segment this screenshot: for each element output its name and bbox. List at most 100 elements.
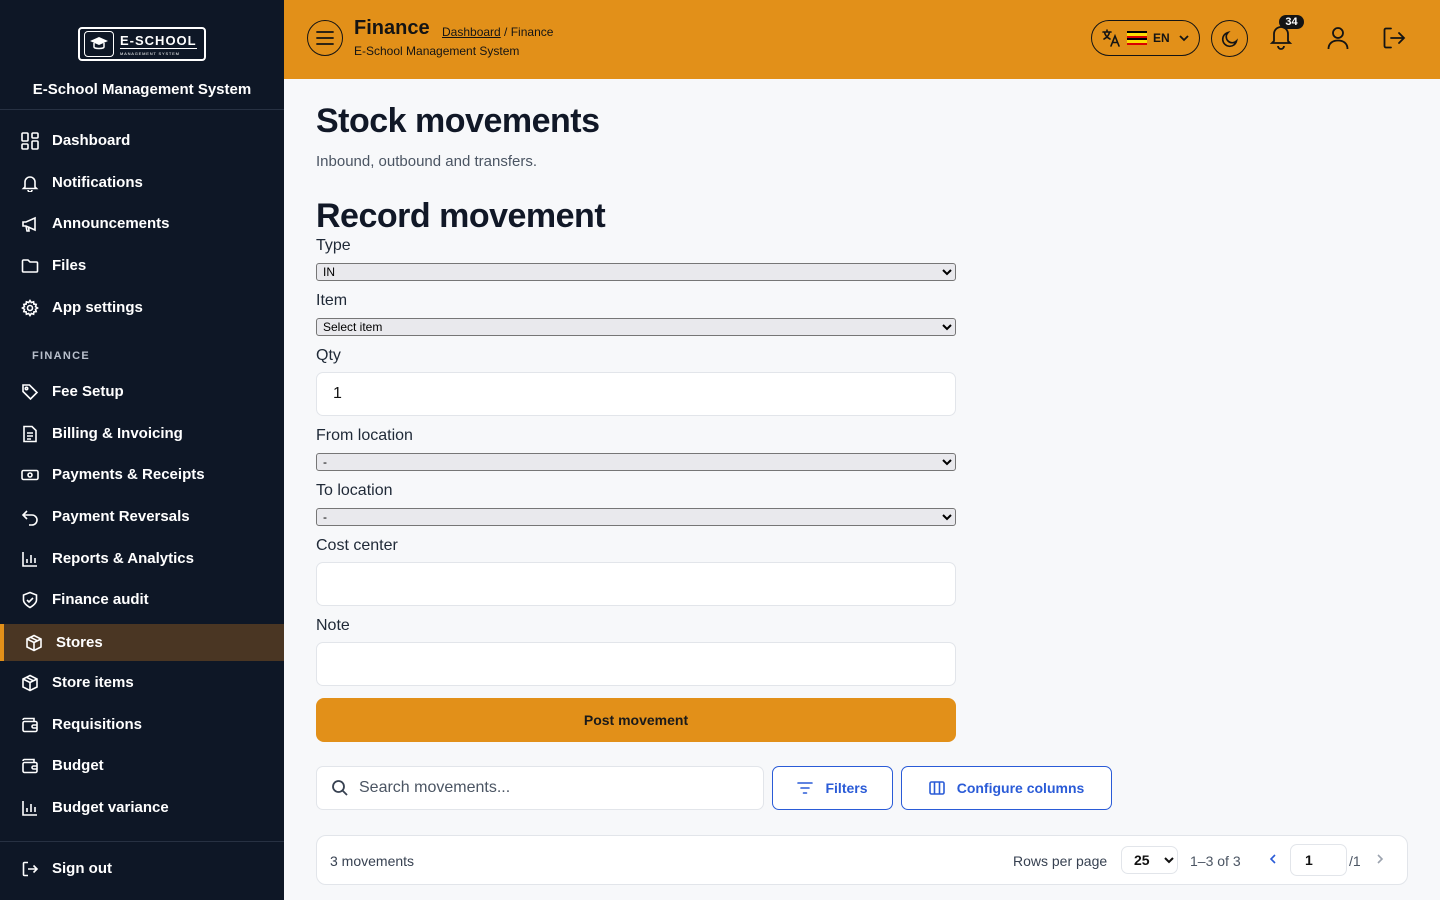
sidebar-item-fee-setup[interactable]: Fee Setup <box>0 373 284 410</box>
columns-icon <box>928 781 945 795</box>
previous-page-button[interactable] <box>1265 851 1281 872</box>
filters-button[interactable]: Filters <box>772 766 893 810</box>
header-subtitle: E-School Management System <box>354 44 520 58</box>
filters-label: Filters <box>825 780 868 796</box>
search-icon <box>332 780 348 796</box>
qty-input[interactable] <box>316 372 956 416</box>
sidebar-app-title: E-School Management System <box>32 81 252 98</box>
next-page-button[interactable] <box>1372 851 1388 872</box>
sidebar-item-billing-invoicing[interactable]: Billing & Invoicing <box>0 415 284 452</box>
sidebar-item-label: Finance audit <box>52 591 149 608</box>
logout-button[interactable] <box>1381 25 1407 56</box>
bell-icon <box>20 173 40 193</box>
sidebar-item-label: Budget variance <box>52 799 169 816</box>
profile-button[interactable] <box>1325 25 1351 56</box>
sidebar-item-finance-audit[interactable]: Finance audit <box>0 581 284 618</box>
sidebar-item-label: Payment Reversals <box>52 508 190 525</box>
sidebar: E-SCHOOL MANAGEMENT SYSTEM E-School Mana… <box>0 0 284 900</box>
banknote-icon <box>20 465 40 485</box>
graduation-cap-icon <box>84 31 114 57</box>
sidebar-item-label: App settings <box>52 299 143 316</box>
user-icon <box>1327 27 1349 50</box>
top-header: Finance Dashboard / Finance E-School Man… <box>284 0 1440 79</box>
translate-icon <box>1102 29 1120 47</box>
theme-toggle-button[interactable] <box>1211 20 1248 57</box>
invoice-icon <box>20 424 40 444</box>
sidebar-item-label: Reports & Analytics <box>52 550 194 567</box>
cost-center-input[interactable] <box>316 562 956 606</box>
logout-icon <box>1383 27 1406 49</box>
sidebar-brand: E-SCHOOL MANAGEMENT SYSTEM E-School Mana… <box>0 0 284 110</box>
breadcrumb: Dashboard / Finance <box>442 25 553 39</box>
from-location-select[interactable]: - <box>316 453 956 471</box>
language-code: EN <box>1153 31 1170 45</box>
item-label: Item <box>316 292 348 309</box>
hamburger-icon <box>316 31 334 45</box>
sidebar-item-files[interactable]: Files <box>0 247 284 284</box>
sidebar-item-label: Notifications <box>52 174 143 191</box>
sidebar-item-label: Stores <box>56 634 103 651</box>
from-location-label: From location <box>316 427 413 444</box>
sidebar-item-label: Dashboard <box>52 132 131 149</box>
form-title: Record movement <box>316 197 606 235</box>
language-selector[interactable]: EN <box>1091 20 1200 56</box>
sign-out-label: Sign out <box>52 860 112 877</box>
sidebar-item-requisitions[interactable]: Requisitions <box>0 706 284 743</box>
sidebar-item-budget[interactable]: Budget <box>0 747 284 784</box>
gear-icon <box>20 298 40 318</box>
chevron-down-icon <box>1179 35 1189 42</box>
wallet-icon <box>20 756 40 776</box>
item-select[interactable]: Select item <box>316 318 956 336</box>
search-input[interactable] <box>359 779 739 797</box>
note-input[interactable] <box>316 642 956 686</box>
bar-chart-icon <box>20 798 40 818</box>
page-number-input[interactable] <box>1290 844 1347 876</box>
sidebar-item-label: Announcements <box>52 215 170 232</box>
post-movement-button[interactable]: Post movement <box>316 698 956 742</box>
type-select[interactable]: IN <box>316 263 956 281</box>
sidebar-item-label: Billing & Invoicing <box>52 425 183 442</box>
box-icon <box>20 673 40 693</box>
sidebar-item-stores[interactable]: Stores <box>0 624 284 661</box>
table-pagination-bar: 3 movements Rows per page 25 1–3 of 3 /1 <box>316 835 1408 885</box>
app-logo[interactable]: E-SCHOOL MANAGEMENT SYSTEM <box>78 27 206 61</box>
qty-label: Qty <box>316 347 341 364</box>
rows-per-page-select[interactable]: 25 <box>1121 846 1178 874</box>
notification-count-badge: 34 <box>1279 15 1304 29</box>
menu-toggle-button[interactable] <box>307 20 343 56</box>
sidebar-item-budget-variance[interactable]: Budget variance <box>0 789 284 826</box>
sidebar-item-announcements[interactable]: Announcements <box>0 205 284 242</box>
sidebar-section-finance: FINANCE <box>32 350 90 362</box>
movements-count: 3 movements <box>330 853 415 869</box>
folder-icon <box>20 256 40 276</box>
cost-center-label: Cost center <box>316 537 398 554</box>
brand-name: E-SCHOOL <box>120 32 197 49</box>
sidebar-item-label: Budget <box>52 757 104 774</box>
search-box <box>316 766 764 810</box>
sidebar-item-app-settings[interactable]: App settings <box>0 289 284 326</box>
page-title: Stock movements <box>316 102 600 140</box>
sidebar-item-label: Store items <box>52 674 134 691</box>
page-total: /1 <box>1349 853 1361 869</box>
sidebar-item-payment-reversals[interactable]: Payment Reversals <box>0 498 284 535</box>
sidebar-item-payments-receipts[interactable]: Payments & Receipts <box>0 456 284 493</box>
to-location-select[interactable]: - <box>316 508 956 526</box>
chevron-left-icon <box>1269 854 1276 864</box>
chevron-right-icon <box>1377 854 1384 864</box>
sidebar-item-notifications[interactable]: Notifications <box>0 164 284 201</box>
sign-out-button[interactable]: Sign out <box>0 850 284 887</box>
configure-columns-button[interactable]: Configure columns <box>901 766 1112 810</box>
bar-chart-icon <box>20 549 40 569</box>
rows-per-page-label: Rows per page <box>1013 853 1108 869</box>
undo-icon <box>20 507 40 527</box>
sign-out-icon <box>20 859 40 879</box>
breadcrumb-current: / Finance <box>500 25 554 39</box>
note-label: Note <box>316 617 350 634</box>
breadcrumb-dashboard-link[interactable]: Dashboard <box>442 25 501 39</box>
filter-icon <box>797 782 814 794</box>
sidebar-item-reports-analytics[interactable]: Reports & Analytics <box>0 540 284 577</box>
sidebar-item-dashboard[interactable]: Dashboard <box>0 122 284 159</box>
sidebar-item-store-items[interactable]: Store items <box>0 664 284 701</box>
pagination-range: 1–3 of 3 <box>1190 853 1241 869</box>
sidebar-footer: Sign out <box>0 841 284 900</box>
